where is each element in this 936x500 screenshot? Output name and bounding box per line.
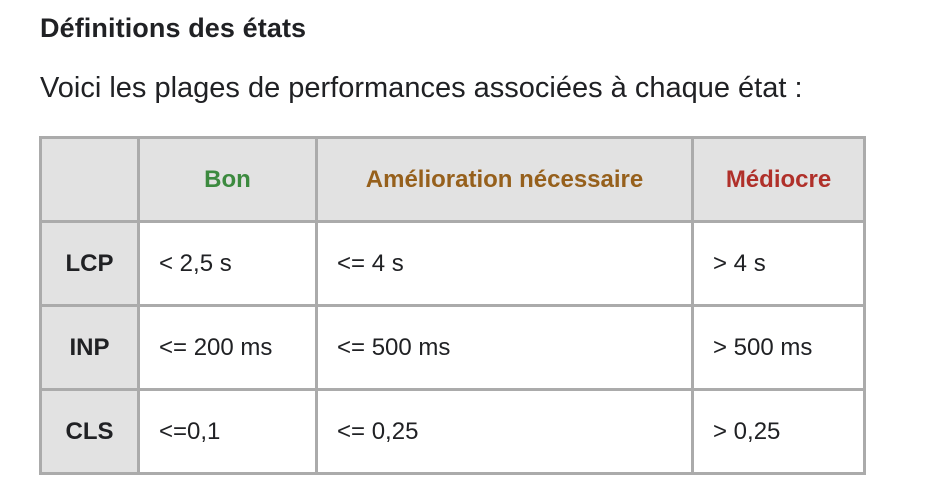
header-needs-improvement: Amélioration nécessaire [315,136,694,223]
poor-cell: > 4 s [691,220,866,307]
table-body: LCP < 2,5 s <= 4 s > 4 s INP <= 200 ms <… [39,220,866,475]
table-row: INP <= 200 ms <= 500 ms > 500 ms [39,304,866,391]
table-header-row: Bon Amélioration nécessaire Médiocre [39,136,866,223]
metric-cell: CLS [39,388,140,475]
section-intro: Voici les plages de performances associé… [40,72,803,104]
good-cell: < 2,5 s [137,220,318,307]
poor-cell: > 500 ms [691,304,866,391]
metric-cell: INP [39,304,140,391]
good-cell: <= 200 ms [137,304,318,391]
metric-cell: LCP [39,220,140,307]
section-title: Définitions des états [40,13,307,43]
needs-improvement-cell: <= 500 ms [315,304,694,391]
table-row: CLS <=0,1 <= 0,25 > 0,25 [39,388,866,475]
header-good: Bon [137,136,318,223]
status-definitions-table: Bon Amélioration nécessaire Médiocre LCP… [39,136,866,475]
header-metric [39,136,140,223]
table-header: Bon Amélioration nécessaire Médiocre [39,136,866,223]
needs-improvement-cell: <= 4 s [315,220,694,307]
good-cell: <=0,1 [137,388,318,475]
table-row: LCP < 2,5 s <= 4 s > 4 s [39,220,866,307]
poor-cell: > 0,25 [691,388,866,475]
needs-improvement-cell: <= 0,25 [315,388,694,475]
header-poor: Médiocre [691,136,866,223]
